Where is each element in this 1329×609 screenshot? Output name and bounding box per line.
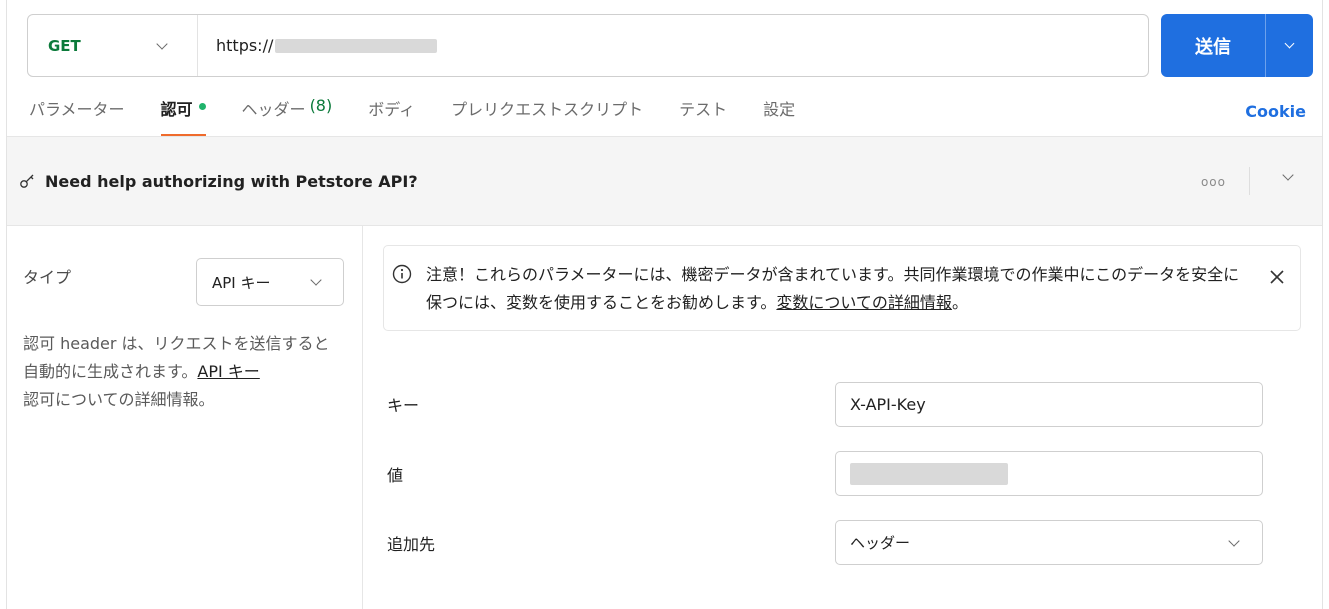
send-button-group: 送信 <box>1161 14 1313 77</box>
method-select[interactable]: GET <box>28 15 198 76</box>
tab-params[interactable]: パラメーター <box>29 96 125 136</box>
request-panel: GET https:// 送信 パラメーター 認可 ヘッダー (8) ボディ プレ… <box>6 0 1323 609</box>
auth-description: 認可 header は、リクエストを送信すると自動的に生成されます。API キー… <box>23 330 343 414</box>
info-icon <box>392 264 412 284</box>
key-icon <box>20 174 34 188</box>
url-prefix: https:// <box>216 36 274 55</box>
redacted-url <box>275 38 438 53</box>
redacted-value <box>850 462 1008 485</box>
tab-label: テスト <box>679 100 728 119</box>
chevron-down-icon[interactable] <box>1282 169 1294 181</box>
variables-info-link[interactable]: 変数についての詳細情報 <box>776 293 952 312</box>
tab-label: パラメーター <box>29 100 125 119</box>
auth-type-select[interactable]: API キー <box>196 258 344 306</box>
auth-description-text: 認可 header は、リクエストを送信すると自動的に生成されます。 <box>23 334 330 381</box>
value-label: 値 <box>387 466 404 485</box>
tab-tests[interactable]: テスト <box>679 96 727 136</box>
chevron-down-icon <box>1284 38 1295 49</box>
notice-suffix: 。 <box>951 293 968 312</box>
type-label: タイプ <box>23 268 72 287</box>
add-to-label: 追加先 <box>387 535 436 554</box>
tab-pre-request-script[interactable]: プレリクエストスクリプト <box>451 96 643 136</box>
tab-headers[interactable]: ヘッダー (8) <box>242 96 333 136</box>
status-dot <box>198 103 206 110</box>
tab-settings[interactable]: 設定 <box>763 96 795 136</box>
tab-authorization[interactable]: 認可 <box>160 96 206 136</box>
header-count-badge: (8) <box>309 96 333 115</box>
tab-label: 設定 <box>763 100 796 119</box>
add-to-value: ヘッダー <box>850 534 911 552</box>
notice-text: 注意！これらのパラメーターには、機密データが含まれています。共同作業環境での作業… <box>426 261 1246 317</box>
tab-body[interactable]: ボディ <box>368 96 415 136</box>
tab-label: ボディ <box>368 100 416 119</box>
banner-divider <box>1249 167 1250 195</box>
api-key-link[interactable]: API キー <box>197 362 259 381</box>
tab-label: ヘッダー <box>241 100 306 119</box>
close-icon[interactable] <box>1268 268 1286 286</box>
request-tabs: パラメーター 認可 ヘッダー (8) ボディ プレリクエストスクリプト テスト 設… <box>29 96 831 136</box>
tab-label: 認可 <box>160 100 193 119</box>
value-input[interactable] <box>835 451 1263 496</box>
url-bar: GET https:// <box>27 14 1149 77</box>
tab-label: プレリクエストスクリプト <box>451 100 644 119</box>
auth-type-value: API キー <box>212 273 271 292</box>
send-options-button[interactable] <box>1266 14 1313 77</box>
add-to-select[interactable]: ヘッダー <box>835 520 1263 565</box>
url-input[interactable]: https:// <box>198 36 438 55</box>
auth-help-banner[interactable]: Need help authorizing with Petstore API?… <box>7 137 1322 226</box>
cookie-link[interactable]: Cookie <box>1245 102 1306 121</box>
key-label: キー <box>387 396 420 415</box>
chevron-down-icon <box>1228 534 1240 547</box>
send-button[interactable]: 送信 <box>1161 14 1265 77</box>
banner-title: Need help authorizing with Petstore API? <box>45 171 418 191</box>
method-label: GET <box>48 36 81 55</box>
sensitive-data-notice: 注意！これらのパラメーターには、機密データが含まれています。共同作業環境での作業… <box>383 245 1301 331</box>
key-input[interactable]: X-API-Key <box>835 382 1263 427</box>
chevron-down-icon <box>156 37 168 50</box>
auth-description-suffix: 認可についての詳細情報。 <box>23 390 215 409</box>
chevron-down-icon <box>310 274 322 286</box>
more-options-icon[interactable]: ooo <box>1201 175 1226 189</box>
auth-type-panel: タイプ API キー 認可 header は、リクエストを送信すると自動的に生成… <box>7 226 363 609</box>
